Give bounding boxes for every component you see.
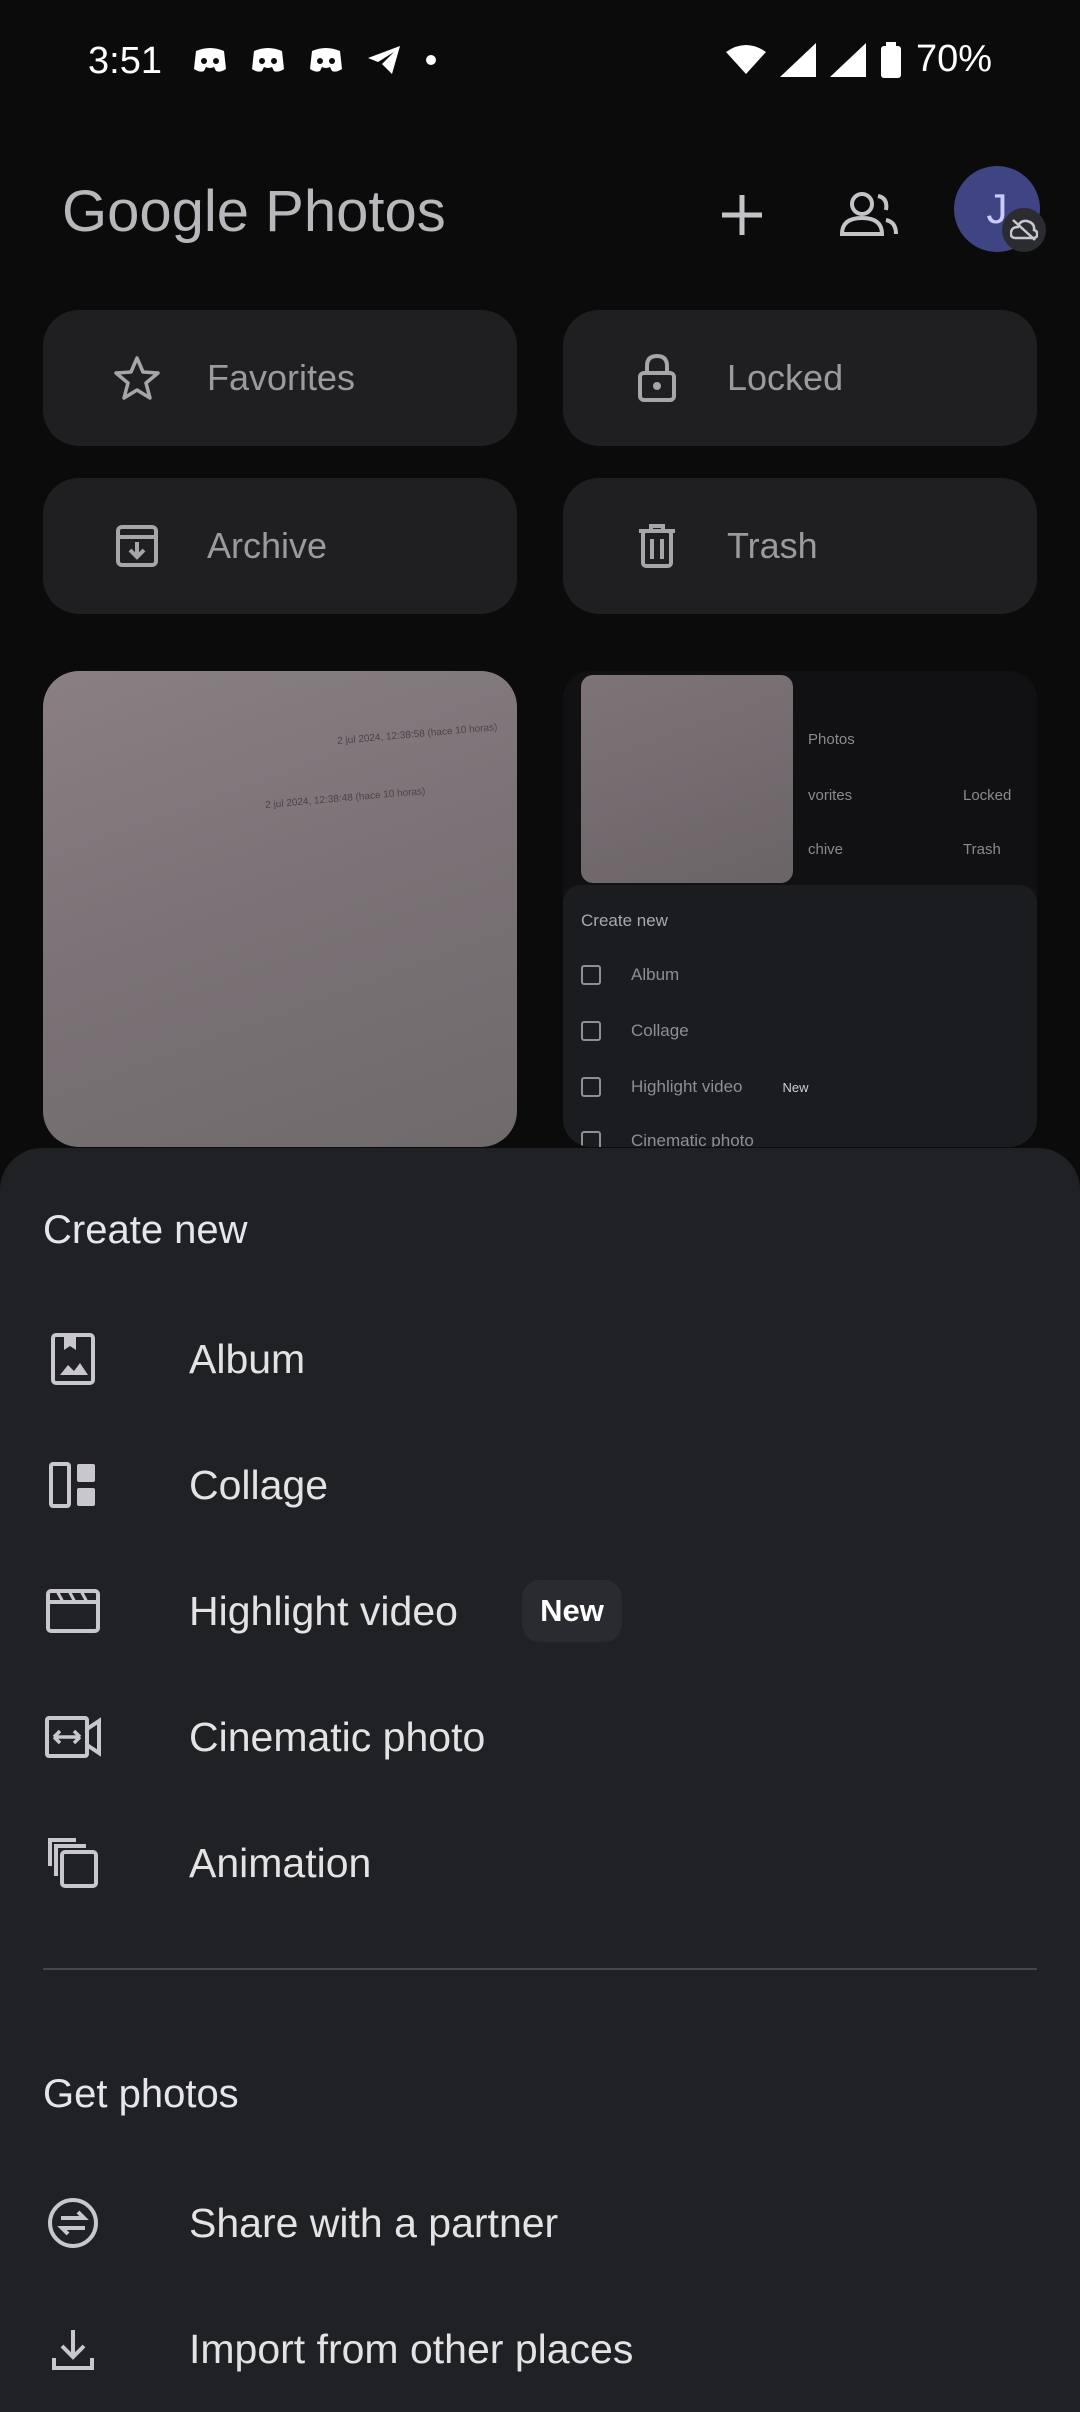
tile-label: Archive [207, 525, 328, 566]
mini-item: Collage [581, 1021, 689, 1041]
menu-item-label: Share with a partner [189, 2199, 559, 2246]
mini-item-label: Album [631, 965, 680, 984]
archive-icon [105, 524, 169, 568]
mini-item: Cinematic photo [581, 1131, 754, 1147]
lock-icon [625, 353, 689, 403]
mini-album-icon [581, 965, 601, 985]
mini-item-label: Highlight video [631, 1077, 743, 1096]
collage-icon [43, 1455, 103, 1515]
create-bottom-sheet: Create new Album Collage Highlight video… [0, 1148, 1080, 2412]
battery-icon [880, 41, 901, 78]
partner-share-icon [43, 2193, 103, 2253]
import-item[interactable]: Import from other places [0, 2286, 1080, 2412]
more-notifications-icon [426, 55, 436, 65]
google-photos-logo: Google Photos [62, 178, 446, 245]
mini-item: Album [581, 965, 679, 985]
tile-archive[interactable]: Archive [43, 478, 517, 614]
section-divider [43, 1968, 1037, 1970]
tile-label: Locked [727, 357, 844, 398]
mini-header: Photos [808, 731, 855, 748]
tile-locked[interactable]: Locked [563, 310, 1037, 446]
tile-label: Trash [727, 525, 818, 566]
mini-tile-label: Trash [963, 841, 1001, 858]
mini-item-label: Collage [631, 1021, 689, 1040]
highlight-video-icon [43, 1581, 103, 1641]
get-photos-title: Get photos [43, 2072, 239, 2116]
share-with-partner-item[interactable]: Share with a partner [0, 2160, 1080, 2286]
photo-caption: 2 jul 2024, 12:38:58 (hace 10 horas) [336, 722, 498, 747]
app-bar: Google Photos J [0, 150, 1080, 270]
discord-icon [252, 48, 284, 72]
photo-caption: 2 jul 2024, 12:38:48 (hace 10 horas) [264, 786, 426, 811]
create-animation-item[interactable]: Animation [0, 1800, 1080, 1926]
discord-icon [194, 48, 226, 72]
cloud-off-icon [1010, 219, 1038, 241]
animation-icon [43, 1833, 103, 1893]
wifi-icon [725, 44, 766, 74]
create-collage-item[interactable]: Collage [0, 1422, 1080, 1548]
mini-tile-label: vorites [808, 787, 853, 804]
new-badge: New [522, 1580, 622, 1642]
album-icon [43, 1329, 103, 1389]
menu-item-label: Import from other places [189, 2325, 634, 2372]
plus-icon [722, 195, 762, 235]
telegram-icon [368, 46, 400, 74]
mini-create-sheet: Create new Album Collage Highlight video… [563, 885, 1037, 1147]
status-right: 70% [725, 38, 992, 81]
star-icon [105, 355, 169, 401]
menu-item-label: Highlight video [189, 1587, 458, 1634]
notification-icons [192, 44, 438, 76]
mini-tile-label: chive [808, 841, 844, 858]
menu-item-label: Cinematic photo [189, 1713, 486, 1760]
create-new-title: Create new [43, 1208, 248, 1252]
status-bar: 3:51 70% [0, 0, 1080, 125]
mini-photo [581, 675, 793, 883]
discord-icon [310, 48, 342, 72]
create-highlight-video-item[interactable]: Highlight video New [0, 1548, 1080, 1674]
mini-new-badge: New [782, 1079, 809, 1095]
logo-photos-text: Photos [265, 179, 446, 244]
logo-google-text: Google [62, 179, 250, 244]
screenshot-thumbnail[interactable]: Photos vorites Locked chive Trash Create… [563, 671, 1037, 1147]
mini-tile-label: Locked [963, 787, 1012, 804]
create-cinematic-photo-item[interactable]: Cinematic photo [0, 1674, 1080, 1800]
incognito-badge [1002, 208, 1046, 252]
mini-collage-icon [581, 1021, 601, 1041]
tile-trash[interactable]: Trash [563, 478, 1037, 614]
status-time: 3:51 [88, 40, 162, 82]
tile-label: Favorites [207, 357, 356, 398]
mini-sheet-title: Create new [581, 911, 668, 930]
mini-video-icon [581, 1077, 601, 1097]
people-icon [839, 192, 898, 236]
menu-item-label: Album [189, 1335, 306, 1382]
menu-item-label: Animation [189, 1839, 372, 1886]
signal-icon [829, 42, 866, 77]
menu-item-label: Collage [189, 1461, 329, 1508]
mini-item-label: Cinematic photo [631, 1131, 754, 1147]
mini-item: Highlight video New [581, 1077, 809, 1097]
photo-thumbnail[interactable]: 2 jul 2024, 12:38:58 (hace 10 horas) 2 j… [43, 671, 517, 1147]
tile-favorites[interactable]: Favorites [43, 310, 517, 446]
add-button[interactable] [707, 180, 777, 250]
battery-percent: 70% [915, 38, 992, 80]
sharing-button[interactable] [834, 180, 904, 250]
signal-icon [779, 42, 816, 77]
download-icon [43, 2319, 103, 2379]
mini-cinematic-icon [581, 1131, 601, 1147]
create-album-item[interactable]: Album [0, 1296, 1080, 1422]
trash-icon [625, 523, 689, 569]
cinematic-photo-icon [43, 1707, 103, 1767]
